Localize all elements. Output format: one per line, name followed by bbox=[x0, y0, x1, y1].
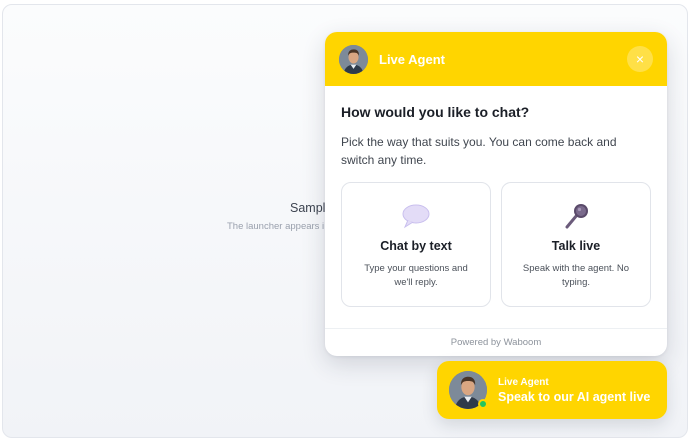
launcher-cta: Speak to our AI agent live bbox=[498, 389, 651, 404]
chat-by-text-option[interactable]: Chat by text Type your questions and we'… bbox=[341, 182, 491, 307]
launcher-label: Live Agent bbox=[498, 376, 549, 388]
close-icon: × bbox=[635, 51, 645, 67]
agent-avatar bbox=[339, 44, 368, 74]
talk-live-description: Speak with the agent. No typing. bbox=[522, 263, 630, 288]
chat-by-text-description: Type your questions and we'll reply. bbox=[364, 263, 468, 288]
live-agent-launcher[interactable]: Live Agent Speak to our AI agent live bbox=[437, 361, 667, 419]
sample-page-subtitle: The launcher appears i bbox=[227, 221, 325, 232]
popup-description: Pick the way that suits you. You can com… bbox=[341, 135, 617, 167]
popup-body: How would you like to chat? Pick the way… bbox=[325, 86, 667, 307]
microphone-icon bbox=[561, 201, 591, 231]
chat-by-text-title: Chat by text bbox=[380, 239, 452, 253]
powered-by-footer: Powered by Waboom bbox=[325, 328, 667, 356]
popup-question: How would you like to chat? bbox=[341, 104, 530, 120]
popup-title: Live Agent bbox=[379, 51, 445, 67]
launcher-text: Live Agent Speak to our AI agent live bbox=[498, 377, 650, 404]
talk-live-option[interactable]: Talk live Speak with the agent. No typin… bbox=[501, 182, 651, 307]
close-button[interactable]: × bbox=[627, 46, 653, 72]
talk-live-title: Talk live bbox=[551, 239, 601, 253]
chat-mode-popup: Live Agent × How would you like to chat?… bbox=[325, 32, 667, 356]
popup-header: Live Agent × bbox=[325, 32, 667, 86]
launcher-avatar-wrap bbox=[449, 371, 488, 409]
chat-options: Chat by text Type your questions and we'… bbox=[341, 182, 651, 307]
speech-balloon-icon bbox=[401, 201, 431, 231]
online-status-dot bbox=[478, 399, 488, 409]
